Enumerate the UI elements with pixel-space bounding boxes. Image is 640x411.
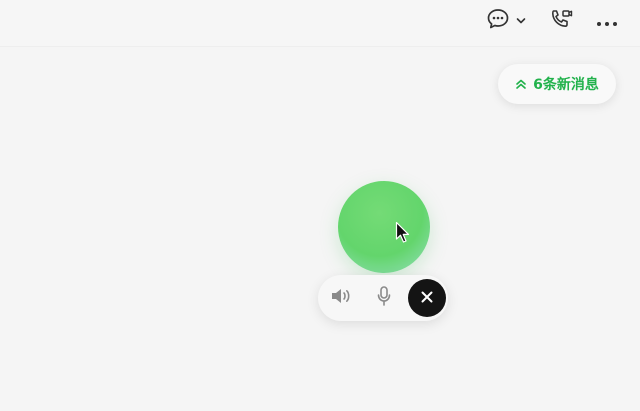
mouse-cursor-icon [395, 221, 411, 249]
call-button[interactable] [548, 8, 574, 34]
more-options-icon [596, 12, 618, 31]
chat-window: 6条新消息 [0, 0, 640, 411]
new-messages-label: 6条新消息 [533, 77, 599, 93]
speaker-button[interactable] [328, 286, 356, 310]
microphone-icon [376, 285, 392, 311]
more-options-button[interactable] [594, 8, 620, 34]
chat-mode-button[interactable] [483, 8, 529, 34]
close-icon [420, 289, 434, 308]
double-chevron-up-icon [515, 78, 527, 90]
microphone-button[interactable] [373, 285, 395, 311]
voice-controls-bar [318, 275, 448, 321]
top-toolbar [0, 0, 640, 47]
chat-bubble-icon [486, 8, 510, 34]
chevron-down-icon [516, 17, 526, 25]
speaker-icon [330, 286, 354, 310]
phone-video-call-icon [549, 8, 573, 34]
new-messages-button[interactable]: 6条新消息 [498, 64, 616, 104]
voice-input-orb[interactable] [338, 181, 430, 273]
close-voice-button[interactable] [408, 279, 446, 317]
